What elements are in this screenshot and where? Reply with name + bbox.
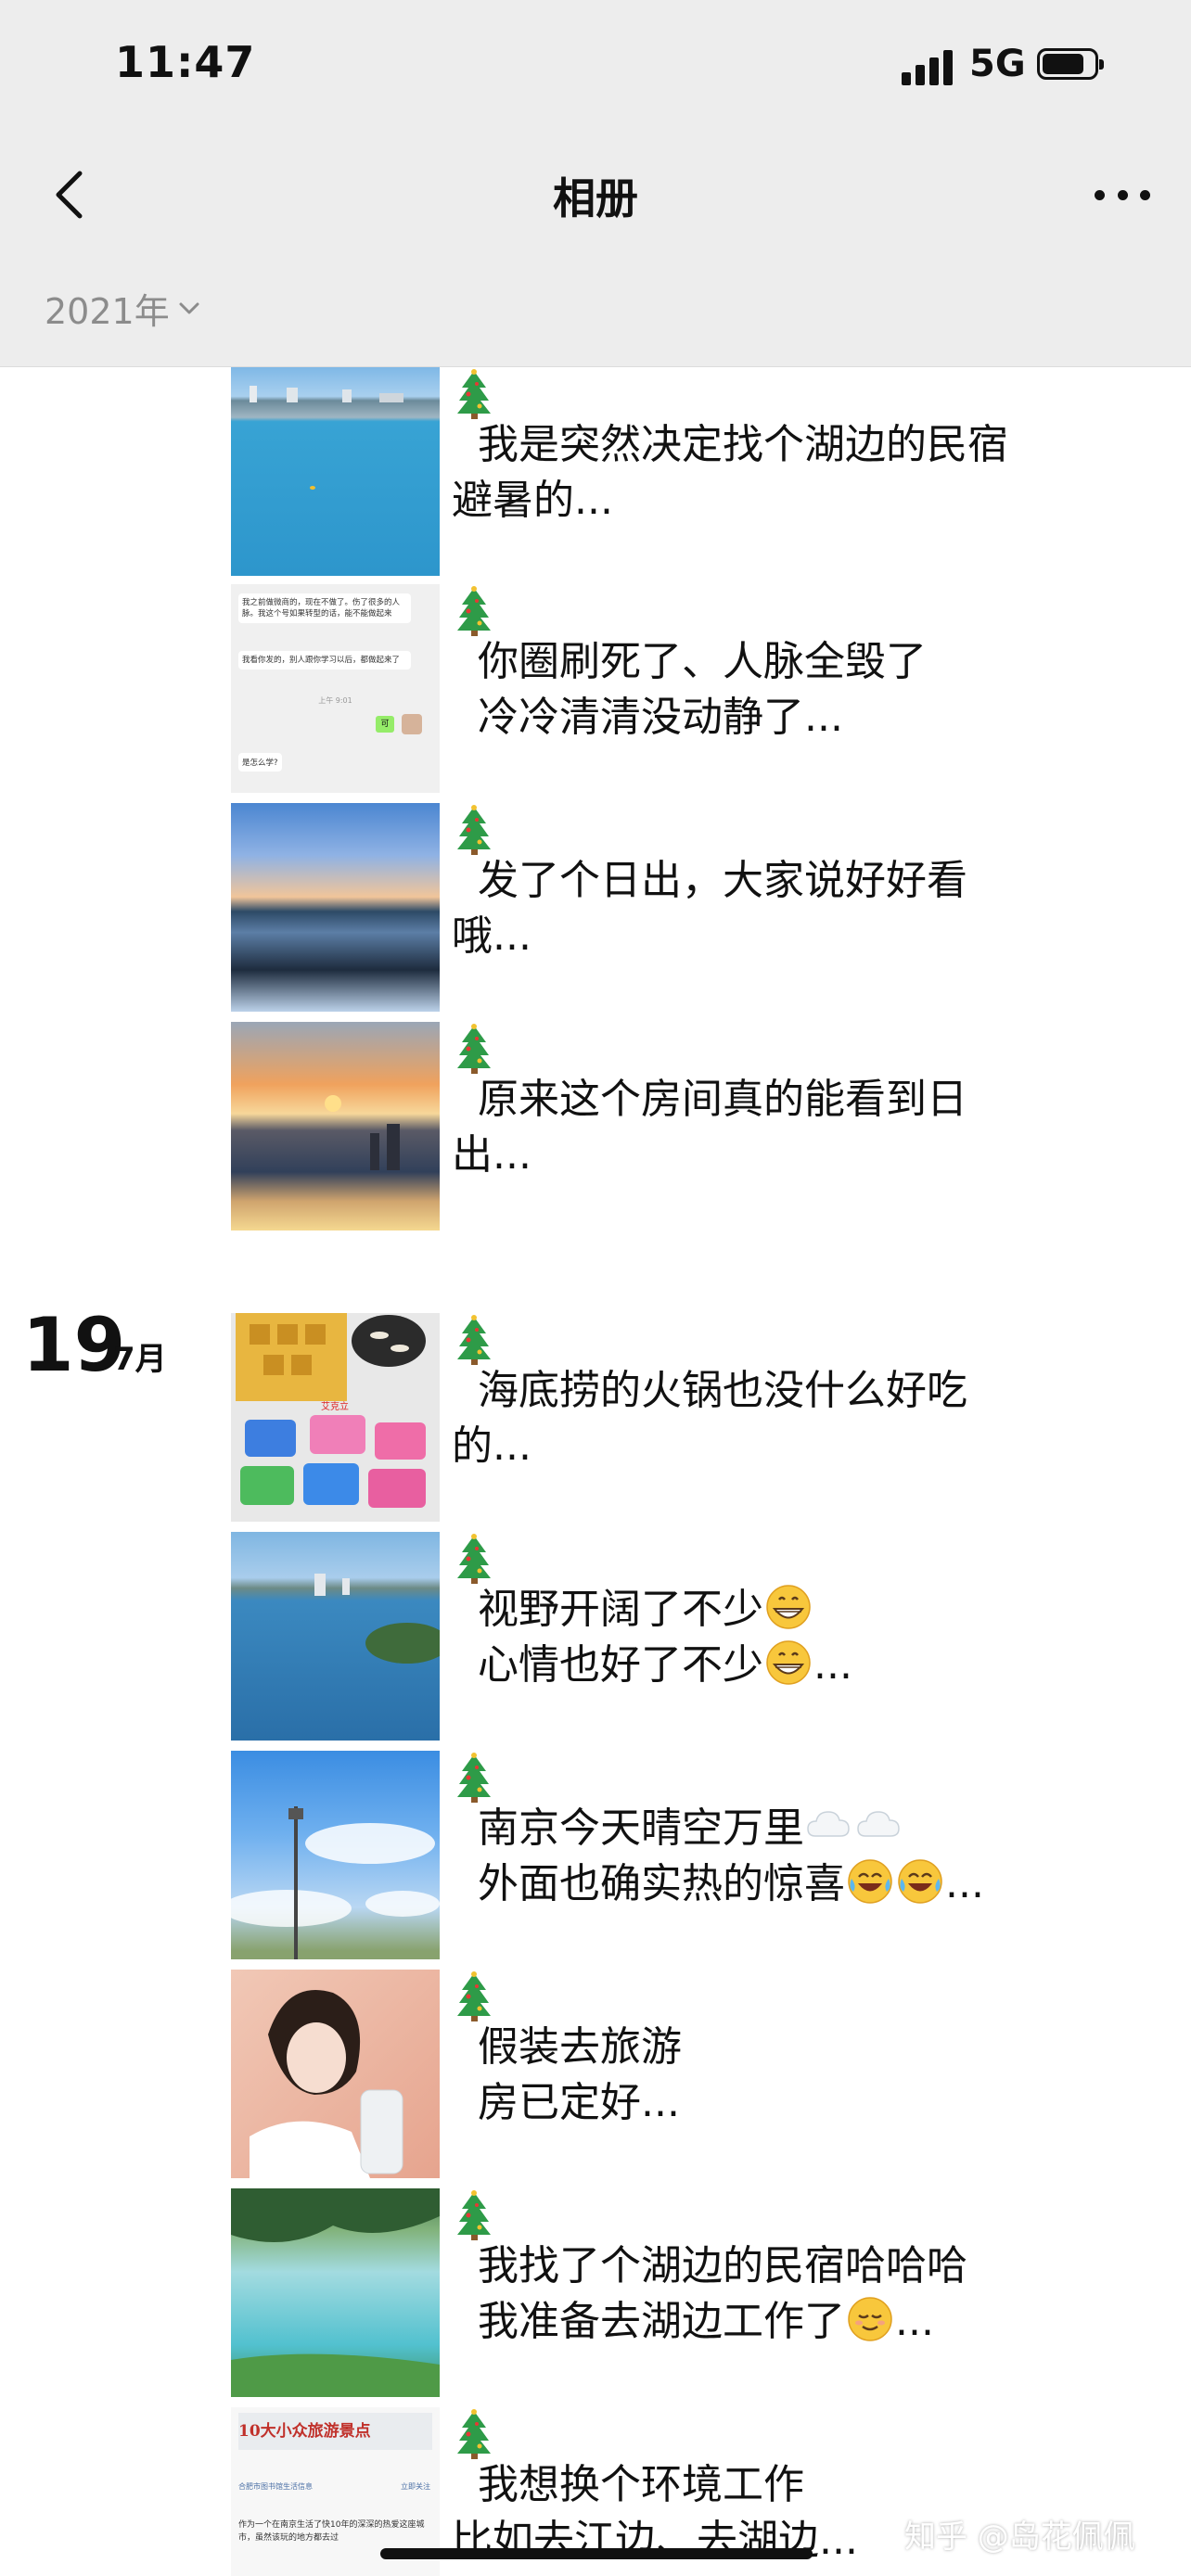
album-feed[interactable]: 我是突然决定找个湖边的民宿避暑的... 我之前做微商的，现在不做了。伤了很多的人… xyxy=(0,367,1191,2576)
nav-bar: 相册 xyxy=(0,139,1191,250)
follow-link: 立即关注 xyxy=(401,2482,430,2491)
entry-caption: 视野开阔了不少 心情也好了不少... xyxy=(452,1584,852,1689)
christmas-tree-icon xyxy=(457,2190,491,2240)
chat-screenshot[interactable]: 我之前做微商的，现在不做了。伤了很多的人脉。我这个号如果转型的话，能不能做起来 … xyxy=(231,584,440,793)
sunrise-window-photo[interactable] xyxy=(231,1022,440,1231)
year-filter[interactable]: 2021年 xyxy=(45,283,199,334)
entry-caption: 假装去旅游 房已定好... xyxy=(477,2023,682,2126)
cellular-signal-icon xyxy=(902,48,957,85)
lake-city-photo-2[interactable] xyxy=(231,1532,440,1741)
sunrise-lake-photo[interactable] xyxy=(231,803,440,1012)
header-area: 11:47 5G 相册 2021年 xyxy=(0,0,1191,367)
album-entry[interactable]: 发了个日出，大家说好好看哦... xyxy=(0,803,1191,1013)
battery-icon xyxy=(1037,48,1104,80)
christmas-tree-icon xyxy=(457,1534,491,1584)
entry-caption: 发了个日出，大家说好好看哦... xyxy=(452,857,967,960)
grinning-emoji-icon xyxy=(765,1639,812,1686)
christmas-tree-icon xyxy=(457,369,491,419)
chat-bubble: 是怎么学? xyxy=(238,753,282,772)
article-source: 合肥市图书馆生活信息 xyxy=(238,2482,313,2491)
entry-caption: 原来这个房间真的能看到日出... xyxy=(452,1076,967,1179)
avatar xyxy=(402,714,422,734)
year-filter-label: 2021年 xyxy=(45,291,170,332)
album-entry[interactable]: 视野开阔了不少 心情也好了不少... xyxy=(0,1532,1191,1741)
grinning-emoji-icon xyxy=(765,1584,812,1630)
home-indicator[interactable] xyxy=(380,2548,813,2559)
cloud-emoji-icon xyxy=(807,1811,850,1837)
chevron-down-icon xyxy=(179,302,199,313)
christmas-tree-icon xyxy=(457,1971,491,2021)
joy-emoji-icon xyxy=(897,1858,943,1905)
article-body: 作为一个在南京生活了快10年的深深的热爱这座城市，虽然该玩的地方都去过 xyxy=(238,2520,425,2543)
christmas-tree-icon xyxy=(457,1753,491,1803)
relieved-emoji-icon xyxy=(847,2296,893,2342)
lake-city-photo[interactable] xyxy=(231,367,440,576)
more-button[interactable] xyxy=(1095,185,1150,204)
entry-caption: 我是突然决定找个湖边的民宿避暑的... xyxy=(452,421,1008,524)
album-entry[interactable]: 原来这个房间真的能看到日出... xyxy=(0,1022,1191,1231)
snacks-photo[interactable]: 艾克立 xyxy=(231,1313,440,1522)
watermark: 知乎 @岛花佩佩 xyxy=(904,2519,1135,2556)
entry-caption: 海底捞的火锅也没什么好吃的... xyxy=(452,1367,967,1470)
album-entry[interactable]: 艾克立 海底捞的火锅也没什么好吃的... xyxy=(0,1313,1191,1523)
chat-bubble: 我看你发的，别人跟你学习以后，都做起来了 xyxy=(238,651,411,670)
album-entry[interactable]: 假装去旅游 房已定好... xyxy=(0,1970,1191,2179)
snack-brand: 艾克立 xyxy=(321,1400,349,1412)
album-entry[interactable]: 我之前做微商的，现在不做了。伤了很多的人脉。我这个号如果转型的话，能不能做起来 … xyxy=(0,584,1191,794)
status-bar: 11:47 5G xyxy=(0,0,1191,130)
entry-caption: 我找了个湖边的民宿哈哈哈 我准备去湖边工作了... xyxy=(452,2242,967,2345)
christmas-tree-icon xyxy=(457,586,491,636)
album-entry[interactable]: 南京今天晴空万里 外面也确实热的惊喜... xyxy=(0,1751,1191,1960)
christmas-tree-icon xyxy=(457,2409,491,2459)
album-entry[interactable]: 我找了个湖边的民宿哈哈哈 我准备去湖边工作了... xyxy=(0,2188,1191,2398)
christmas-tree-icon xyxy=(457,1024,491,1074)
more-dots-icon xyxy=(1095,189,1105,200)
portrait-photo[interactable] xyxy=(231,1970,440,2178)
cloud-emoji-icon xyxy=(857,1811,900,1837)
joy-emoji-icon xyxy=(847,1858,893,1905)
sky-tower-photo[interactable] xyxy=(231,1751,440,1959)
page-title: 相册 xyxy=(553,173,638,223)
lakeside-trees-photo[interactable] xyxy=(231,2188,440,2397)
chat-reply: 可 xyxy=(376,716,394,733)
album-entry[interactable]: 我是突然决定找个湖边的民宿避暑的... xyxy=(0,367,1191,577)
entry-caption: 你圈刷死了、人脉全毁了 冷冷清清没动静了... xyxy=(477,638,927,741)
chat-time: 上午 9:01 xyxy=(318,696,352,705)
christmas-tree-icon xyxy=(457,805,491,855)
article-headline: 10大小众旅游景点 xyxy=(238,2413,432,2450)
christmas-tree-icon xyxy=(457,1315,491,1365)
chat-bubble: 我之前做微商的，现在不做了。伤了很多的人脉。我这个号如果转型的话，能不能做起来 xyxy=(238,593,411,623)
status-time: 11:47 xyxy=(115,37,256,87)
network-type: 5G xyxy=(969,43,1026,85)
entry-caption: 南京今天晴空万里 外面也确实热的惊喜... xyxy=(452,1804,984,1907)
